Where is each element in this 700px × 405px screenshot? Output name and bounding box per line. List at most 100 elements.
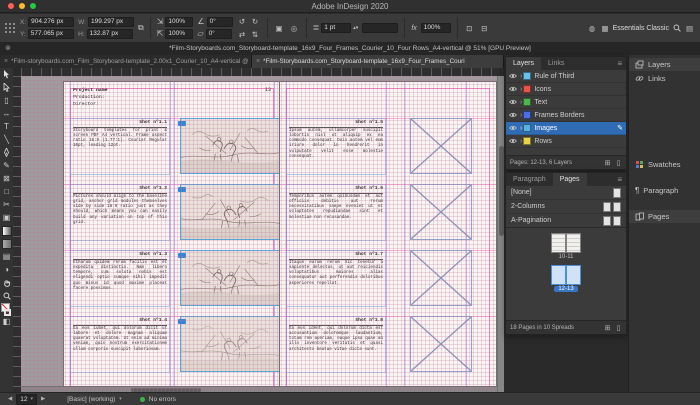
dock-item-paragraph[interactable]: ¶ Paragraph — [629, 184, 700, 197]
note-tool[interactable]: ▤ — [0, 250, 13, 263]
tab-links[interactable]: Links — [541, 57, 571, 70]
disclosure-icon[interactable]: › — [520, 99, 522, 106]
tab-layers[interactable]: Layers — [506, 57, 542, 70]
effects-icon[interactable]: fx — [411, 25, 416, 32]
select-container-button[interactable]: ▣ — [274, 23, 285, 34]
scissors-tool[interactable]: ✂ — [0, 198, 13, 211]
tab-pages[interactable]: Pages — [552, 173, 587, 186]
layer-row-selected[interactable]: › Images ✎ — [506, 122, 626, 135]
frame-tag[interactable] — [178, 319, 186, 324]
flip-horizontal-button[interactable]: ⇄ — [237, 29, 248, 40]
text-frame[interactable]: Shot nº1.6 Temporibus autem quibusdam et… — [286, 184, 386, 241]
page-number-field[interactable]: 12 ▾ — [16, 393, 37, 405]
type-tool[interactable]: T — [0, 120, 13, 133]
layer-row[interactable]: › Text — [506, 96, 626, 109]
rectangle-frame-tool[interactable]: ⊠ — [0, 172, 13, 185]
layer-row[interactable]: › Icons — [506, 83, 626, 96]
frame-tag[interactable] — [178, 187, 186, 192]
document-tab-1[interactable]: × *Film-storyboards.com_Film_Storyboard-… — [0, 55, 252, 68]
gradient-swatch-tool[interactable] — [0, 224, 13, 237]
dock-item-swatches[interactable]: Swatches — [629, 158, 700, 171]
flip-vertical-button[interactable]: ⇅ — [250, 29, 261, 40]
color-theme-tool[interactable]: ◑ — [0, 263, 13, 276]
line-tool[interactable]: ╲ — [0, 133, 13, 146]
pen-tool[interactable] — [0, 146, 13, 159]
stroke-swatch[interactable] — [4, 309, 11, 316]
empty-graphic-frame[interactable] — [410, 184, 472, 240]
scale-y-field[interactable]: 100% — [165, 29, 194, 39]
page-right[interactable]: Shot nº1.5 Ipsum autem, ullamcorper susc… — [280, 82, 496, 392]
disclosure-icon[interactable]: › — [520, 112, 522, 119]
hand-tool[interactable] — [0, 276, 13, 289]
layer-row[interactable]: › Frames Borders — [506, 109, 626, 122]
y-position-field[interactable]: 577.065 px — [27, 29, 74, 39]
x-position-field[interactable]: 904.276 px — [28, 17, 75, 27]
select-content-button[interactable]: ◎ — [289, 23, 300, 34]
workspace-switcher[interactable]: Essentials Classic — [613, 25, 669, 32]
storyboard-image-frame[interactable] — [178, 184, 280, 240]
page-left[interactable]: Project name Production: Director: 13 Sh… — [64, 82, 280, 392]
scale-x-field[interactable]: 100% — [165, 17, 194, 27]
spread-thumbnail-selected[interactable]: 12-13 — [506, 265, 626, 292]
previous-page-button[interactable]: ◀ — [8, 396, 12, 402]
panel-menu-icon[interactable]: ≡ — [617, 57, 622, 70]
text-frame[interactable]: Shot nº1.7 Itaque earum rerum hic tenetu… — [286, 250, 386, 307]
zoom-tool[interactable] — [0, 289, 13, 302]
direct-selection-tool[interactable] — [0, 81, 13, 94]
pencil-tool[interactable]: ✎ — [0, 159, 13, 172]
stroke-weight-select[interactable]: 1 pt — [321, 23, 352, 33]
disclosure-icon[interactable]: › — [520, 125, 522, 132]
opacity-field[interactable]: 100% — [420, 23, 451, 33]
disclosure-icon[interactable]: › — [520, 73, 522, 80]
page-thumbnail[interactable] — [566, 233, 581, 253]
text-frame[interactable]: Shot nº1.1 Storyboard templates for prin… — [70, 118, 170, 175]
disclosure-icon[interactable]: › — [520, 86, 522, 93]
text-frame[interactable]: Shot nº1.2 Pictures should align to the … — [70, 184, 170, 241]
gradient-feather-tool[interactable] — [0, 237, 13, 250]
disclosure-icon[interactable]: › — [520, 138, 522, 145]
text-frame[interactable]: Shot nº1.4 Ea eos iubet, qui dolorum dic… — [70, 316, 170, 373]
close-tab-icon[interactable]: × — [4, 55, 8, 68]
frame-tag[interactable] — [178, 253, 186, 258]
visibility-eye-icon[interactable] — [509, 112, 517, 118]
rotate-ccw-button[interactable]: ↺ — [237, 16, 248, 27]
master-page-row[interactable]: A-Pagination — [506, 214, 626, 228]
empty-graphic-frame[interactable] — [410, 118, 472, 174]
empty-graphic-frame[interactable] — [410, 316, 472, 372]
close-tab-icon[interactable]: × — [256, 55, 260, 68]
rotation-angle-field[interactable]: 0° — [206, 17, 233, 27]
project-info-block[interactable]: Project name Production: Director: — [73, 87, 108, 109]
free-transform-tool[interactable]: ▣ — [0, 211, 13, 224]
text-frame[interactable]: Shot nº1.5 Ipsum autem, ullamcorper susc… — [286, 118, 386, 175]
page-thumbnail[interactable] — [551, 265, 566, 285]
master-page-row[interactable]: [None] — [506, 186, 626, 200]
visibility-eye-icon[interactable] — [509, 138, 517, 144]
preflight-profile-menu[interactable]: [Basic] (working) — [67, 396, 115, 403]
next-page-button[interactable]: ▶ — [41, 396, 45, 402]
fit-content-button[interactable]: ⊡ — [464, 23, 475, 34]
layer-row[interactable]: › Rule of Third — [506, 70, 626, 83]
fit-frame-button[interactable]: ⊟ — [479, 23, 490, 34]
delete-page-icon[interactable]: ▯ — [615, 324, 622, 332]
dock-item-pages[interactable]: Pages — [629, 210, 700, 223]
rotate-cw-button[interactable]: ↻ — [250, 16, 261, 27]
visibility-eye-icon[interactable] — [509, 99, 517, 105]
spread-thumbnail[interactable]: 10-11 — [506, 233, 626, 260]
panel-menu-icon[interactable]: ≡ — [617, 173, 622, 186]
new-page-icon[interactable]: ⊞ — [604, 324, 611, 332]
screen-mode-button[interactable]: ◧ — [0, 315, 13, 328]
text-frame[interactable]: Shot nº1.3 Etharum quidem rerum facilis … — [70, 250, 170, 307]
reference-point-proxy[interactable] — [5, 22, 16, 34]
storyboard-image-frame[interactable] — [178, 316, 280, 372]
visibility-eye-icon[interactable] — [509, 125, 517, 131]
stroke-weight-stepper[interactable]: ▴▾ — [353, 25, 358, 31]
dock-item-layers[interactable]: Layers — [629, 58, 700, 71]
gap-tool[interactable]: ↔ — [0, 107, 13, 120]
tab-paragraph[interactable]: Paragraph — [506, 173, 553, 186]
dock-item-links[interactable]: Links — [629, 72, 700, 85]
text-frame[interactable]: Shot nº1.8 Ea eos ident, qui dolorum dic… — [286, 316, 386, 373]
stroke-type-select[interactable] — [362, 23, 399, 33]
page-tool[interactable]: ▯ — [0, 94, 13, 107]
new-layer-icon[interactable]: ⊞ — [604, 159, 611, 167]
publish-online-icon[interactable]: ◍ — [587, 23, 598, 34]
